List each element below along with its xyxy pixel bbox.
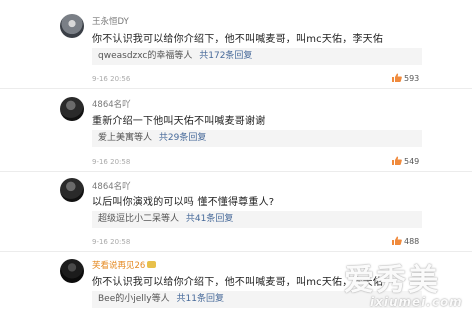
divider <box>0 88 472 89</box>
comment-text: 以后叫你演戏的可以吗 懂不懂得尊重人? <box>92 197 275 208</box>
reply-count-link[interactable]: 共41条回复 <box>186 214 233 224</box>
reply-participants: Bee的小jelly等人 <box>98 294 170 304</box>
thumbs-up-icon <box>392 73 402 82</box>
reply-summary[interactable]: 爱上美寓等人 共29条回复 <box>92 130 422 147</box>
like-count: 593 <box>404 74 420 83</box>
comment-username-text: 芙看说再见26 <box>92 261 146 271</box>
comment-username[interactable]: 4864名吖 <box>92 180 131 192</box>
like-button[interactable]: 593 <box>392 73 419 83</box>
thumbs-up-icon <box>392 236 402 245</box>
like-button[interactable]: 549 <box>392 156 419 166</box>
reply-participants: 超级逗比小二呆等人 <box>98 214 180 224</box>
reply-count-link[interactable]: 共172条回复 <box>199 51 252 61</box>
avatar[interactable] <box>60 178 84 202</box>
comment-time: 9-16 20:56 <box>92 75 131 83</box>
thumbs-up-icon <box>392 156 402 165</box>
reply-participants: qweasdzxc的幸福等人 <box>98 51 193 61</box>
reply-count-link[interactable]: 共29条回复 <box>159 133 206 143</box>
reply-count-link[interactable]: 共11条回复 <box>177 294 224 304</box>
like-button[interactable]: 488 <box>392 236 419 246</box>
reply-participants: 爱上美寓等人 <box>98 133 153 143</box>
comment-time: 9-16 20:58 <box>92 238 131 246</box>
reply-summary[interactable]: qweasdzxc的幸福等人 共172条回复 <box>92 48 422 65</box>
comment-text: 你不认识我可以给你介绍下，他不叫喊麦哥，叫mc天佑，李天佑 <box>92 34 384 45</box>
reply-summary[interactable]: 超级逗比小二呆等人 共41条回复 <box>92 211 422 228</box>
divider <box>0 251 472 252</box>
like-count: 488 <box>404 237 420 246</box>
divider <box>0 171 472 172</box>
like-count: 549 <box>404 157 420 166</box>
comment-username[interactable]: 王永恒DY <box>92 15 129 27</box>
avatar[interactable] <box>60 97 84 121</box>
site-watermark: 爱秀美 ixiumei.com <box>330 255 470 325</box>
comment-username[interactable]: 4864名吖 <box>92 98 131 110</box>
comment-text: 你不认识我可以给你介绍下，他不叫喊麦哥，叫mc天佑，李天佑 <box>92 277 384 288</box>
comment-time: 9-16 20:58 <box>92 158 131 166</box>
avatar[interactable] <box>60 14 84 38</box>
avatar[interactable] <box>60 259 84 283</box>
comment-text: 重新介绍一下他叫天佑不叫喊麦哥谢谢 <box>92 116 266 127</box>
vip-badge-icon <box>147 261 157 268</box>
comment-username[interactable]: 芙看说再见26 <box>92 259 157 271</box>
reply-summary[interactable]: Bee的小jelly等人 共11条回复 <box>92 291 422 308</box>
